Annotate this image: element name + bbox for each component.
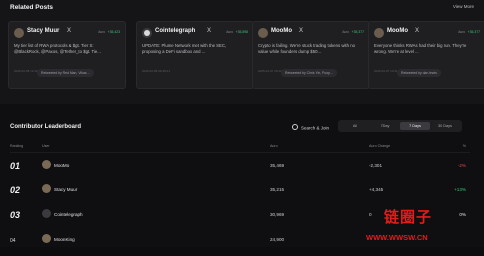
rank: 04 [10, 238, 16, 244]
tab-30-days[interactable]: 30 Days [430, 122, 460, 130]
avatar [42, 234, 51, 243]
table-row[interactable]: 01 MooMo 35,469 -2,301 -2% [0, 156, 484, 182]
tab-7-days[interactable]: 7 Days [400, 122, 430, 130]
avatar [42, 184, 51, 193]
tab-7day[interactable]: 7Day [370, 122, 400, 130]
auro-value: 35,469 [270, 163, 285, 168]
auro-change: +35,423 [107, 30, 120, 34]
auro-value: 24,900 [270, 237, 285, 242]
avatar [42, 160, 51, 169]
pct-value: -2% [457, 163, 466, 168]
header-ranking: Ranking [10, 144, 24, 148]
pct-value: 0% [459, 212, 466, 217]
post-text: Everyone thinks RWAs had their big run. … [374, 43, 467, 54]
rank: 03 [10, 210, 21, 220]
user-name[interactable]: MoonKing [54, 237, 75, 242]
related-posts-title: Related Posts [10, 4, 53, 11]
user-name[interactable]: Cointelegraph [54, 212, 83, 217]
post-text: Crypto is failing. We're stuck trading t… [258, 43, 355, 54]
rank: 02 [10, 185, 21, 195]
avatar [374, 28, 384, 38]
pct-value: +13% [454, 187, 466, 192]
auro-label: Auro [458, 30, 465, 34]
header-auro[interactable]: Auro [270, 144, 278, 148]
avatar [42, 209, 51, 218]
auro-value: 35,215 [270, 187, 285, 192]
user-name[interactable]: Stacy Muur [54, 187, 77, 192]
x-icon: X [207, 28, 212, 34]
author-name[interactable]: MooMo [387, 28, 408, 34]
auro-label: Auro [226, 30, 233, 34]
x-icon: X [67, 28, 72, 34]
avatar [14, 28, 24, 38]
search-icon [292, 124, 298, 130]
rank: 01 [10, 161, 21, 171]
retweet-badge: Retweeted by Chris Yin, Poop... [281, 69, 337, 77]
avatar [258, 28, 268, 38]
leaderboard-title: Contributor Leaderboard [10, 124, 82, 130]
watermark-text: 链圈子 [384, 209, 433, 226]
tab-all[interactable]: All [340, 122, 370, 130]
search-join-button[interactable]: Search & Join [292, 124, 329, 131]
author-name[interactable]: MooMo [271, 28, 292, 34]
table-row[interactable]: 02 Stacy Muur 35,215 +4,345 +13% [0, 180, 484, 206]
auro-change-value: +4,345 [369, 187, 384, 192]
watermark-url: WWW.WWSW.CN [366, 233, 428, 242]
auro-value: 30,969 [270, 212, 285, 217]
auro-change: +35,377 [351, 30, 364, 34]
search-join-label: Search & Join [301, 125, 330, 131]
post-card[interactable]: Stacy Muur X Auro +35,423 My tier list o… [8, 21, 126, 89]
retweet-badge: Retweeted by dan lewis [397, 69, 441, 77]
author-name[interactable]: Cointelegraph [155, 28, 195, 34]
post-text: My tier list of RWA protocols & $gt. Tie… [14, 43, 101, 54]
related-posts-cards: Stacy Muur X Auro +35,423 My tier list o… [8, 21, 484, 89]
auro-change-value: -2,301 [369, 163, 383, 168]
auro-change: +35,898 [235, 30, 248, 34]
retweet-badge: Retweeted by Red Man, Vikas ... [37, 69, 95, 77]
auro-label: Auro [98, 30, 105, 34]
divider [10, 152, 470, 153]
header-user: User [42, 144, 50, 148]
user-name[interactable]: MooMo [54, 163, 69, 168]
header-auro-change[interactable]: Auro Change [369, 144, 390, 148]
related-posts-panel: Related Posts View More Stacy Muur X Aur… [0, 0, 484, 104]
post-text: UPDATE: Plume Network met with the SEC, … [142, 43, 227, 54]
post-date: 2025-02-08 09:35:21 [142, 69, 170, 73]
header-pct[interactable]: % [463, 144, 466, 148]
author-name[interactable]: Stacy Muur [27, 28, 59, 34]
auro-change: +35,377 [467, 30, 480, 34]
view-more-link[interactable]: View More [453, 4, 474, 9]
auro-label: Auro [342, 30, 349, 34]
x-icon: X [299, 28, 304, 34]
auro-change-value: 0 [369, 212, 372, 217]
avatar [142, 28, 152, 38]
post-card[interactable]: MooMo X Auro +35,377 Crypto is failing. … [252, 21, 370, 89]
x-icon: X [415, 28, 420, 34]
post-card[interactable]: Cointelegraph X Auro +35,898 UPDATE: Plu… [136, 21, 254, 89]
post-card[interactable]: MooMo X Auro +35,377 Everyone thinks RWA… [368, 21, 484, 89]
time-range-tabs: All 7Day 7 Days 30 Days [338, 120, 462, 132]
